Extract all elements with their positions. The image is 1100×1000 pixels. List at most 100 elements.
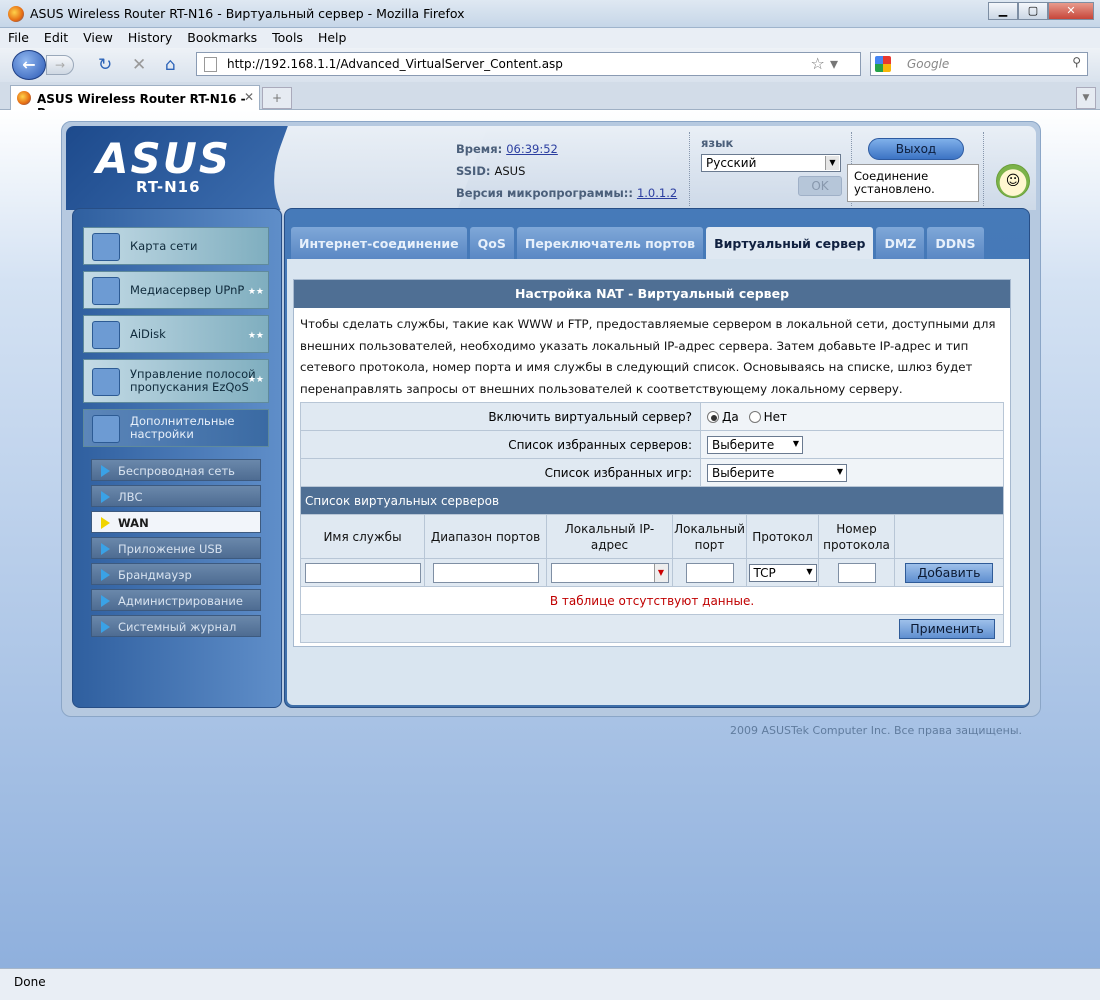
time-label: Время: <box>456 142 503 156</box>
protocol-select[interactable]: TCP ▼ <box>748 563 817 582</box>
sidebar-sub-wan[interactable]: WAN <box>91 511 261 533</box>
ok-button[interactable]: OK <box>798 176 842 196</box>
sidebar-sub-label: ЛВС <box>118 490 143 504</box>
radio-yes[interactable] <box>707 411 719 423</box>
sidebar-item-ezqos[interactable]: Управление полосой пропускания EzQoS ★★ <box>83 359 269 403</box>
sidebar-item-upnp[interactable]: Медиасервер UPnP ★★ <box>83 271 269 309</box>
sidebar-sub-label: Брандмауэр <box>118 568 192 582</box>
tab-ddns[interactable]: DDNS <box>927 227 984 259</box>
sidebar-sub-admin[interactable]: Администрирование <box>91 589 261 611</box>
settings-box: Настройка NAT - Виртуальный сервер Чтобы… <box>293 279 1011 647</box>
virtual-server-table: Список виртуальных серверов Имя службы Д… <box>300 486 1004 643</box>
menu-file[interactable]: File <box>0 28 36 45</box>
status-bar: Done <box>0 968 1100 1000</box>
protocol-number-input[interactable] <box>837 562 876 583</box>
sidebar-item-network-map[interactable]: Карта сети <box>83 227 269 265</box>
firmware-link[interactable]: 1.0.1.2 <box>637 186 677 200</box>
url-bar[interactable]: http://192.168.1.1/Advanced_VirtualServe… <box>196 52 861 76</box>
sidebar-sub-label: Администрирование <box>118 594 243 608</box>
fav-servers-select[interactable]: Выберите ▼ <box>707 435 803 454</box>
fav-games-select[interactable]: Выберите ▼ <box>707 463 847 482</box>
menu-tools[interactable]: Tools <box>264 28 310 45</box>
col-service-name: Имя службы <box>300 514 425 559</box>
reload-icon[interactable]: ↻ <box>98 55 112 75</box>
fav-servers-label: Список избранных серверов: <box>300 430 701 459</box>
asus-logo: ASUS RT-N16 <box>66 126 488 246</box>
new-tab-button[interactable]: + <box>262 87 292 109</box>
panel-description: Чтобы сделать службы, такие как WWW и FT… <box>300 317 996 396</box>
sidebar-sub-firewall[interactable]: Брандмауэр <box>91 563 261 585</box>
ssid-value: ASUS <box>494 164 526 178</box>
fav-games-label: Список избранных игр: <box>300 458 701 487</box>
chevron-down-icon[interactable]: ▼ <box>653 563 668 582</box>
tab-qos[interactable]: QoS <box>469 227 514 259</box>
time-link[interactable]: 06:39:52 <box>506 142 558 156</box>
port-range-input[interactable] <box>432 562 539 583</box>
language-value: Русский <box>706 156 757 170</box>
list-title: Список виртуальных серверов <box>300 486 1004 515</box>
apply-button[interactable]: Применить <box>899 618 995 639</box>
tab-close-icon[interactable]: ✕ <box>244 90 254 104</box>
browser-tab[interactable]: ASUS Wireless Router RT-N16 - Вир... ✕ <box>10 85 260 120</box>
menu-edit[interactable]: Edit <box>36 28 75 45</box>
window-titlebar: ASUS Wireless Router RT-N16 - Виртуальны… <box>0 0 1100 28</box>
tab-internet[interactable]: Интернет-соединение <box>291 227 467 259</box>
language-select[interactable]: Русский ▼ <box>701 154 841 172</box>
status-avatar-icon: ☺ <box>996 164 1030 198</box>
sidebar-item-label: Медиасервер UPnP <box>130 282 245 297</box>
menu-bar: File Edit View History Bookmarks Tools Help <box>0 28 1100 48</box>
local-ip-input[interactable]: ▼ <box>550 562 669 583</box>
page-icon <box>204 57 217 72</box>
minimize-button[interactable]: ▁ <box>988 2 1018 20</box>
radio-no-label: Нет <box>763 409 787 424</box>
aidisk-icon <box>92 321 120 349</box>
close-button[interactable]: ✕ <box>1048 2 1094 20</box>
stop-icon[interactable]: ✕ <box>132 55 146 75</box>
router-info: Время: 06:39:52 SSID: ASUS Версия микроп… <box>456 138 677 204</box>
radio-yes-label: Да <box>722 409 739 424</box>
service-name-input[interactable] <box>304 562 421 583</box>
section-tabs: Интернет-соединение QoS Переключатель по… <box>291 227 984 259</box>
connection-status-bubble: Соединение установлено. <box>847 164 979 202</box>
sidebar-item-label: Дополнительные настройки <box>130 414 235 441</box>
local-port-input[interactable] <box>685 562 734 583</box>
menu-view[interactable]: View <box>75 28 120 45</box>
tab-dmz[interactable]: DMZ <box>876 227 925 259</box>
sidebar-sub-label: Беспроводная сеть <box>118 464 235 478</box>
add-button[interactable]: Добавить <box>905 562 993 583</box>
chevron-down-icon: ▼ <box>836 466 843 476</box>
tab-virtual-server[interactable]: Виртуальный сервер <box>706 227 874 259</box>
menu-help[interactable]: Help <box>310 28 354 45</box>
radio-no[interactable] <box>748 411 761 423</box>
sidebar-sub-lan[interactable]: ЛВС <box>91 485 261 507</box>
menu-history[interactable]: History <box>120 28 179 45</box>
media-server-icon <box>92 277 120 305</box>
chevron-down-icon: ▼ <box>825 156 839 170</box>
stars-icon: ★★ <box>247 331 264 341</box>
sidebar-item-label: AiDisk <box>130 326 166 341</box>
maximize-button[interactable]: ▢ <box>1018 2 1048 20</box>
home-icon[interactable]: ⌂ <box>165 55 176 75</box>
logout-button[interactable]: Выход <box>868 138 964 160</box>
forward-button[interactable]: → <box>46 55 74 75</box>
brand-text: ASUS <box>96 134 232 183</box>
sidebar-sub-label: Системный журнал <box>118 620 237 634</box>
tab-port-trigger[interactable]: Переключатель портов <box>516 227 704 259</box>
tab-strip: ASUS Wireless Router RT-N16 - Вир... ✕ +… <box>0 82 1100 120</box>
search-icon[interactable]: ⚲ <box>1072 55 1081 69</box>
col-protocol: Протокол <box>746 514 819 559</box>
tab-list-icon[interactable]: ▼ <box>1076 87 1096 109</box>
sidebar-sub-usb[interactable]: Приложение USB <box>91 537 261 559</box>
copyright: 2009 ASUSTek Computer Inc. Все права защ… <box>730 724 1023 737</box>
sidebar-item-aidisk[interactable]: AiDisk ★★ <box>83 315 269 353</box>
tab-favicon-icon <box>17 91 31 105</box>
sidebar-sub-wireless[interactable]: Беспроводная сеть <box>91 459 261 481</box>
bookmark-star-icon[interactable]: ☆ ▾ <box>811 54 838 73</box>
search-bar[interactable]: Google ⚲ <box>870 52 1088 76</box>
col-port-range: Диапазон портов <box>424 514 547 559</box>
sidebar-sub-syslog[interactable]: Системный журнал <box>91 615 261 637</box>
menu-bookmarks[interactable]: Bookmarks <box>179 28 264 45</box>
fav-servers-value: Выберите <box>712 437 775 452</box>
sidebar-item-advanced[interactable]: Дополнительные настройки <box>83 409 269 447</box>
back-button[interactable]: ← <box>12 50 46 80</box>
